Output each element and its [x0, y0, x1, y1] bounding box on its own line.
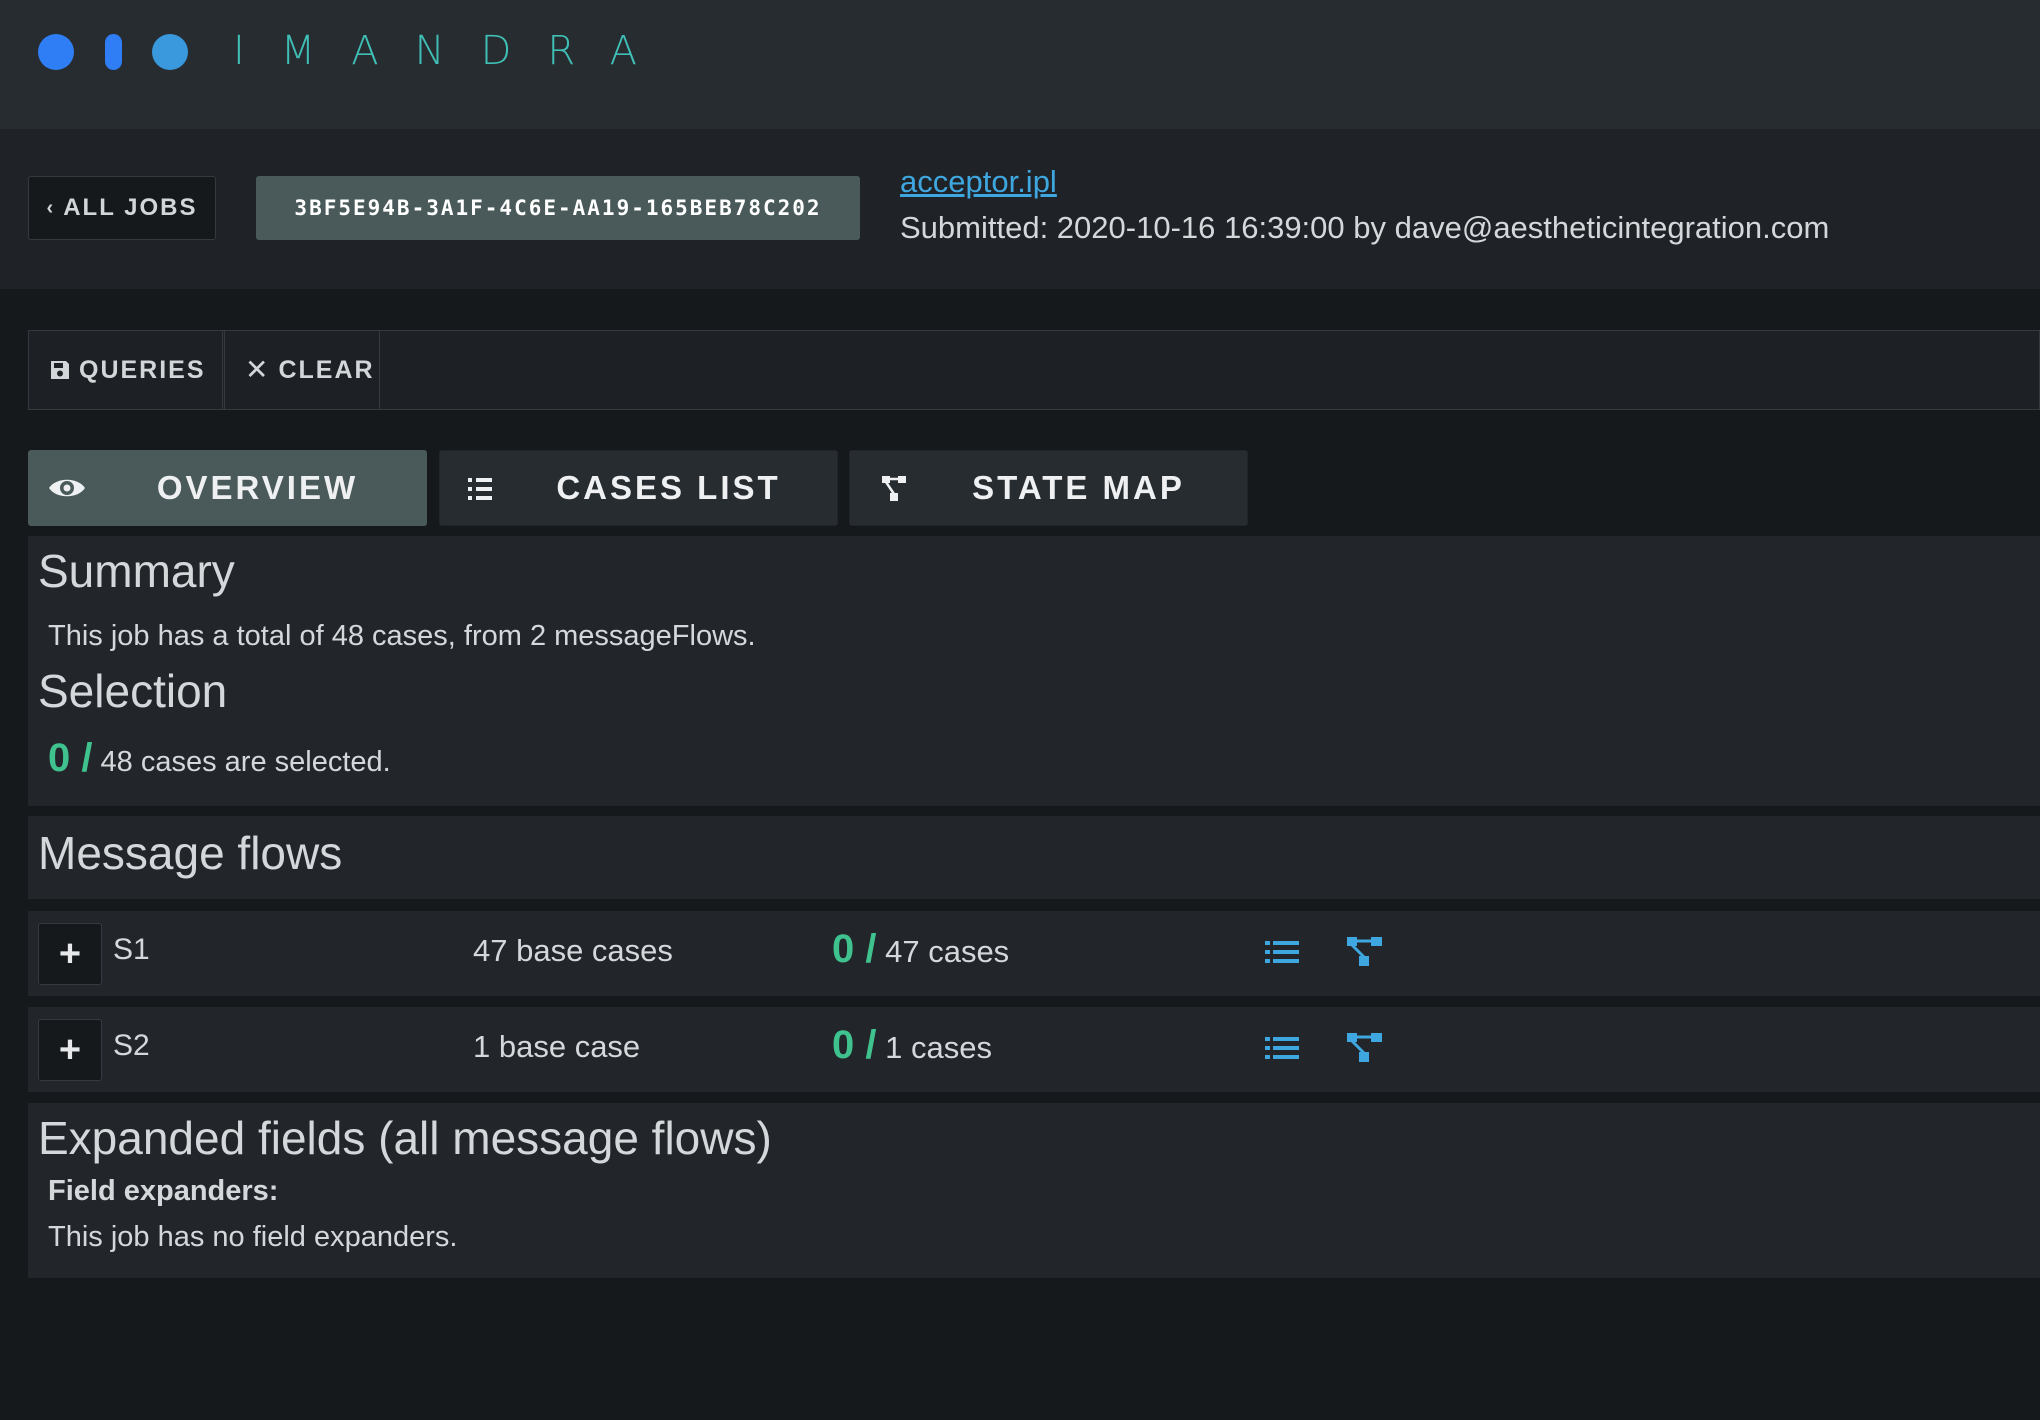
expanded-fields-panel: Expanded fields (all message flows) Fiel… — [28, 1103, 2040, 1278]
list-icon — [468, 478, 492, 500]
query-toolbar: QUERIES ✕ CLEAR — [28, 330, 2040, 410]
selection-text: 0 / 48 cases are selected. — [48, 736, 391, 781]
list-icon[interactable] — [1262, 933, 1302, 973]
flow-total-cases: 1 cases — [885, 1030, 992, 1065]
state-map-icon — [882, 476, 906, 501]
summary-text: This job has a total of 48 cases, from 2… — [48, 620, 756, 652]
expand-flow-button[interactable]: + — [38, 1019, 102, 1081]
logo-mark-icon — [38, 34, 188, 70]
tab-cases-list[interactable]: CASES LIST — [439, 450, 838, 526]
field-expanders-label: Field expanders: — [48, 1175, 279, 1207]
message-flows-title: Message flows — [38, 827, 343, 879]
tab-overview-label: OVERVIEW — [156, 469, 359, 506]
tab-overview[interactable]: OVERVIEW — [28, 450, 427, 526]
selection-count: 0 / — [48, 736, 93, 780]
close-icon: ✕ — [245, 354, 271, 385]
clear-button[interactable]: ✕ CLEAR — [224, 331, 380, 409]
flow-name: S2 — [113, 1029, 150, 1062]
flow-selection: 0 / 47 cases — [832, 927, 1009, 972]
flow-base-cases: 47 base cases — [473, 933, 673, 968]
list-icon[interactable] — [1262, 1029, 1302, 1069]
overview-summary-panel: Summary This job has a total of 48 cases… — [28, 536, 2040, 806]
eye-icon — [49, 479, 85, 497]
flow-total-cases: 47 cases — [885, 934, 1010, 969]
summary-title: Summary — [38, 545, 235, 597]
tab-state-map-label: STATE MAP — [972, 469, 1185, 506]
message-flow-row: + S1 47 base cases 0 / 47 cases — [28, 911, 2040, 996]
flow-selected-count: 0 / — [832, 1023, 877, 1067]
job-id-badge: 3BF5E94B-3A1F-4C6E-AA19-165BEB78C202 — [256, 176, 860, 240]
flow-name: S1 — [113, 933, 150, 966]
chevron-left-icon: ‹ — [46, 196, 56, 219]
logo-dot — [152, 34, 188, 70]
field-expanders-text: This job has no field expanders. — [48, 1221, 458, 1253]
message-flow-row: + S2 1 base case 0 / 1 cases — [28, 1007, 2040, 1092]
selection-total: 48 cases are selected. — [100, 746, 391, 778]
expand-flow-button[interactable]: + — [38, 923, 102, 985]
queries-label: QUERIES — [79, 355, 206, 384]
job-header: ‹ ALL JOBS 3BF5E94B-3A1F-4C6E-AA19-165BE… — [0, 129, 2040, 289]
job-file-link[interactable]: acceptor.ipl — [900, 164, 1057, 200]
all-jobs-label: ALL JOBS — [63, 194, 198, 221]
selection-title: Selection — [38, 665, 228, 717]
expanded-fields-title: Expanded fields (all message flows) — [38, 1112, 772, 1164]
flow-selected-count: 0 / — [832, 927, 877, 971]
logo-bar — [105, 34, 122, 70]
brand-wordmark: IMANDRA — [233, 28, 673, 74]
job-submitted-text: Submitted: 2020-10-16 16:39:00 by dave@a… — [900, 210, 1830, 245]
state-map-icon[interactable] — [1344, 1029, 1384, 1069]
save-icon — [51, 361, 69, 379]
logo-dot — [38, 34, 74, 70]
tab-state-map[interactable]: STATE MAP — [849, 450, 1248, 526]
tab-cases-list-label: CASES LIST — [556, 469, 781, 506]
message-flows-header: Message flows — [28, 816, 2040, 899]
clear-label: CLEAR — [278, 355, 375, 384]
all-jobs-button[interactable]: ‹ ALL JOBS — [28, 176, 216, 240]
flow-selection: 0 / 1 cases — [832, 1023, 992, 1068]
flow-base-cases: 1 base case — [473, 1029, 641, 1064]
top-bar: IMANDRA — [0, 0, 2040, 129]
queries-button[interactable]: QUERIES — [29, 331, 223, 409]
state-map-icon[interactable] — [1344, 933, 1384, 973]
